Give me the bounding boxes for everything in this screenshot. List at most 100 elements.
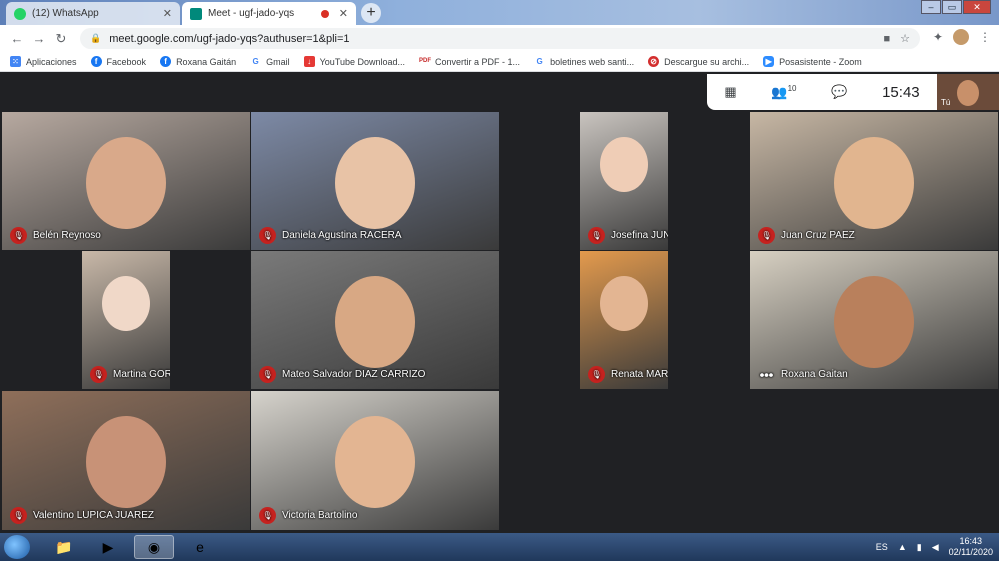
participant-tile[interactable]: 🎙 Juan Cruz PAEZ <box>750 112 998 250</box>
bookmark-descargue[interactable]: ⊘ Descargue su archi... <box>648 56 749 67</box>
close-tab-icon[interactable]: ✕ <box>163 7 172 20</box>
volume-icon[interactable]: ◀ <box>932 542 939 553</box>
close-window-button[interactable]: ✕ <box>963 0 991 14</box>
restore-button[interactable]: ▭ <box>942 0 962 14</box>
bookmark-boletines[interactable]: Gboletines web santi... <box>534 56 634 67</box>
participant-name-tag: 🎙 Martina GORDILLO CERVANTES <box>90 366 170 383</box>
reload-icon[interactable]: ↻ <box>50 31 72 47</box>
grid-layout-icon[interactable]: ▦ <box>724 84 736 100</box>
participant-name-tag: 🎙 Juan Cruz PAEZ <box>758 227 855 244</box>
bookmark-label: YouTube Download... <box>319 56 406 67</box>
tab-title: (12) WhatsApp <box>32 8 99 19</box>
participant-tile[interactable]: 🎙 Valentino LUPICA JUAREZ <box>2 391 250 530</box>
pdf-icon: PDF <box>419 56 431 67</box>
bookmark-icon: ⊘ <box>648 56 660 67</box>
mic-off-icon: 🎙 <box>588 366 605 383</box>
participant-name: Martina GORDILLO CERVANTES <box>113 369 170 380</box>
participant-video <box>335 275 415 368</box>
participant-tile[interactable]: 🎙 Victoria Bartolino <box>251 391 499 530</box>
avatar[interactable] <box>953 29 969 45</box>
bookmark-pdf[interactable]: PDF Convertir a PDF - 1... <box>419 56 520 67</box>
bookmark-label: boletines web santi... <box>550 56 635 67</box>
participant-tile[interactable]: 🎙 Martina GORDILLO CERVANTES <box>82 251 170 389</box>
participant-tile[interactable]: 🎙 Renata MARTINEZ SUAREZ <box>580 251 668 389</box>
mic-off-icon: 🎙 <box>588 227 605 244</box>
participant-name-tag: 🎙 Mateo Salvador DIAZ CARRIZO <box>259 366 425 383</box>
star-icon[interactable]: ☆ <box>900 32 910 45</box>
mic-on-icon: ⦁⦁⦁ <box>759 369 774 379</box>
participant-name: Josefina JUNCO DEL RIO <box>611 230 668 241</box>
recording-icon <box>320 9 329 18</box>
url-text: meet.google.com/ugf-jado-yqs?authuser=1&… <box>109 32 350 45</box>
bookmark-label: Gmail <box>266 56 290 67</box>
browser-toolbar: ← → ↻ 🔒 meet.google.com/ugf-jado-yqs?aut… <box>0 25 999 52</box>
bookmark-label: Convertir a PDF - 1... <box>435 56 521 67</box>
participants-button[interactable]: 👥10 <box>771 84 796 100</box>
bookmark-icon: ↓ <box>303 56 315 67</box>
bookmark-label: Roxana Gaitán <box>176 56 237 67</box>
browser-titlebar: (12) WhatsApp ✕ Meet - ugf-jado-yqs ✕ + … <box>0 0 999 25</box>
participant-video <box>834 275 914 368</box>
camera-icon[interactable]: ■ <box>883 33 890 45</box>
mic-off-icon: 🎙 <box>259 227 276 244</box>
mic-off-icon: 🎙 <box>259 366 276 383</box>
tab-meet[interactable]: Meet - ugf-jado-yqs ✕ <box>182 2 356 25</box>
taskbar-date: 02/11/2020 <box>948 547 993 557</box>
bookmarks-bar: ⁙ Aplicaciones f Facebook f Roxana Gaitán G… <box>0 52 999 72</box>
participant-name: Daniela Agustina RACERA <box>282 230 402 241</box>
participant-name-tag: 🎙 Josefina JUNCO DEL RIO <box>588 227 668 244</box>
mic-off-icon: 🎙 <box>10 227 27 244</box>
address-bar[interactable]: 🔒 meet.google.com/ugf-jado-yqs?authuser=… <box>80 28 920 49</box>
apps-grid-icon: ⁙ <box>10 56 21 67</box>
start-button[interactable] <box>4 535 30 559</box>
forward-icon[interactable]: → <box>28 31 50 46</box>
participant-tile[interactable]: ⦁⦁⦁ Roxana Gaitan <box>750 251 998 389</box>
close-tab-icon[interactable]: ✕ <box>339 7 348 20</box>
meet-icon <box>190 7 202 20</box>
participant-tile[interactable]: 🎙 Daniela Agustina RACERA <box>251 112 499 250</box>
menu-icon[interactable]: ⋮ <box>979 30 991 44</box>
participant-name: Roxana Gaitan <box>781 369 848 380</box>
tab-whatsapp[interactable]: (12) WhatsApp ✕ <box>6 2 180 25</box>
chat-icon[interactable]: 💬 <box>831 84 847 100</box>
extensions-icon[interactable]: ✦ <box>933 30 943 44</box>
meet-top-bar: ▦ 👥10 💬 15:43 <box>707 74 937 110</box>
facebook-icon: f <box>90 56 102 67</box>
participant-video <box>599 136 649 193</box>
tray-arrow-icon[interactable]: ▲ <box>898 542 907 552</box>
explorer-icon[interactable]: 📁 <box>44 535 84 559</box>
participant-video <box>335 416 415 509</box>
network-icon[interactable]: ▮ <box>917 542 922 553</box>
new-tab-button[interactable]: + <box>361 3 381 23</box>
bookmark-apps[interactable]: ⁙ Aplicaciones <box>10 56 77 67</box>
bookmark-zoom[interactable]: ▶ Posasistente - Zoom <box>763 56 862 67</box>
meet-grid: ▦ 👥10 💬 15:43 Tú 🎙 Belén Reynoso 🎙 Daniela … <box>0 72 999 533</box>
ie-icon[interactable]: e <box>180 535 220 559</box>
media-player-icon[interactable]: ▶ <box>88 535 128 559</box>
google-icon: G <box>534 56 546 67</box>
participant-tile[interactable]: 🎙 Belén Reynoso <box>2 112 250 250</box>
participant-video <box>599 275 649 332</box>
self-label: Tú <box>941 98 951 107</box>
tab-title: Meet - ugf-jado-yqs <box>208 8 295 19</box>
bookmark-roxana[interactable]: f Roxana Gaitán <box>160 56 236 67</box>
participant-name-tag: 🎙 Belén Reynoso <box>10 227 101 244</box>
back-icon[interactable]: ← <box>6 31 28 46</box>
language-indicator[interactable]: ES <box>876 542 888 552</box>
bookmark-gmail[interactable]: G Gmail <box>250 56 290 67</box>
mic-off-icon: 🎙 <box>90 366 107 383</box>
participant-tile[interactable]: 🎙 Josefina JUNCO DEL RIO <box>580 112 668 250</box>
google-icon: G <box>250 56 262 67</box>
clock[interactable]: 16:43 02/11/2020 <box>949 536 993 558</box>
participant-tile[interactable]: 🎙 Mateo Salvador DIAZ CARRIZO <box>251 251 499 389</box>
participant-name: Juan Cruz PAEZ <box>781 230 855 241</box>
self-view[interactable]: Tú <box>937 74 999 110</box>
participant-name: Mateo Salvador DIAZ CARRIZO <box>282 369 426 380</box>
minimize-button[interactable]: – <box>921 0 941 14</box>
bookmark-facebook[interactable]: f Facebook <box>90 56 146 67</box>
participant-name-tag: 🎙 Renata MARTINEZ SUAREZ <box>588 366 668 383</box>
self-video <box>957 80 979 106</box>
chrome-icon[interactable]: ◉ <box>134 535 174 559</box>
participant-video <box>335 136 415 229</box>
bookmark-youtube[interactable]: ↓ YouTube Download... <box>303 56 406 67</box>
